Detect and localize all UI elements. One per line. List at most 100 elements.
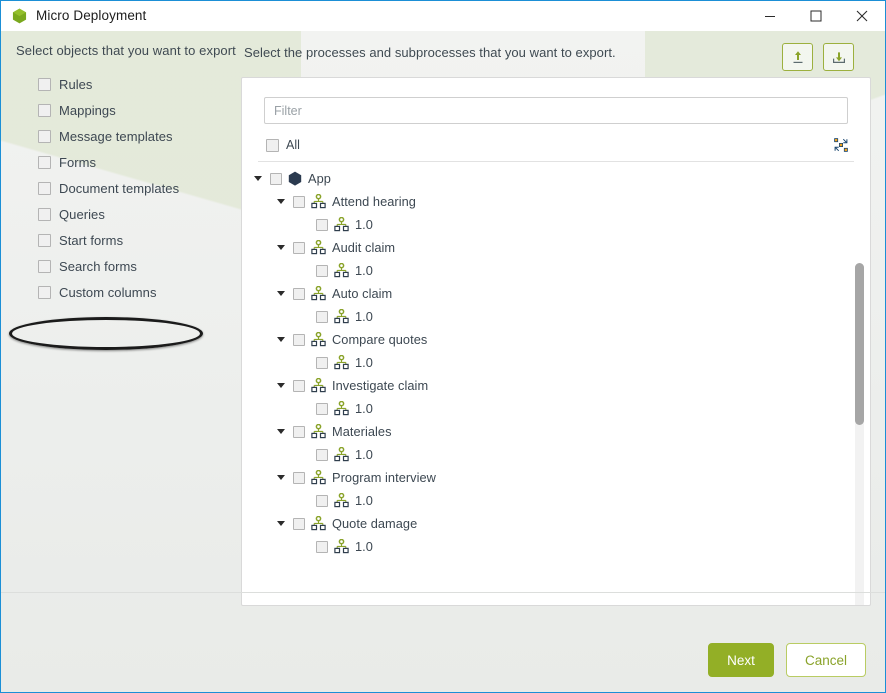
- chevron-down-icon[interactable]: [253, 176, 262, 181]
- tree-node-icon: [311, 424, 326, 439]
- tree-node-label: App: [308, 171, 331, 186]
- tree-node[interactable]: 1.0: [242, 443, 870, 466]
- tree-node[interactable]: Auto claim: [242, 282, 870, 305]
- minimize-button[interactable]: [747, 1, 793, 31]
- tree-expand-toggle[interactable]: [274, 241, 287, 254]
- tree-node[interactable]: 1.0: [242, 489, 870, 512]
- object-type-row[interactable]: Custom columns: [38, 279, 241, 305]
- chevron-down-icon[interactable]: [276, 199, 285, 204]
- tree-node-icon: [334, 493, 349, 508]
- object-type-checkbox[interactable]: [38, 77, 51, 91]
- object-type-checkbox[interactable]: [38, 233, 51, 247]
- tree-node-checkbox[interactable]: [316, 448, 328, 461]
- window-controls: [747, 1, 885, 31]
- tree-scrollbar-thumb[interactable]: [855, 263, 864, 425]
- tree-node[interactable]: Attend hearing: [242, 190, 870, 213]
- chevron-down-icon[interactable]: [276, 291, 285, 296]
- tree-expand-toggle[interactable]: [274, 379, 287, 392]
- tree-node-icon: [311, 470, 326, 485]
- tree-node[interactable]: Materiales: [242, 420, 870, 443]
- tree-expand-toggle[interactable]: [274, 195, 287, 208]
- chevron-down-icon[interactable]: [276, 337, 285, 342]
- tree-node-checkbox[interactable]: [316, 310, 328, 323]
- tree-node-label: 1.0: [355, 309, 373, 324]
- tree-node-checkbox[interactable]: [293, 471, 305, 484]
- tree-node[interactable]: 1.0: [242, 259, 870, 282]
- hexagon-icon: [12, 8, 27, 23]
- tree-node-icon: [334, 309, 349, 324]
- object-type-checkbox[interactable]: [38, 181, 51, 195]
- select-all-row[interactable]: All: [242, 124, 870, 155]
- tree-node-label: Auto claim: [332, 286, 393, 301]
- tree-node-checkbox[interactable]: [316, 402, 328, 415]
- maximize-button[interactable]: [793, 1, 839, 31]
- tree-node-checkbox[interactable]: [293, 425, 305, 438]
- tree-toggle-spacer: [297, 494, 310, 507]
- object-type-row[interactable]: Start forms: [38, 227, 241, 253]
- close-button[interactable]: [839, 1, 885, 31]
- tree-node-checkbox[interactable]: [293, 379, 305, 392]
- tree-node[interactable]: 1.0: [242, 397, 870, 420]
- tree-node-checkbox[interactable]: [270, 172, 282, 185]
- tree-node[interactable]: 1.0: [242, 535, 870, 558]
- tree-node-checkbox[interactable]: [293, 287, 305, 300]
- tree-node[interactable]: 1.0: [242, 351, 870, 374]
- tree-node-checkbox[interactable]: [316, 356, 328, 369]
- chevron-down-icon[interactable]: [276, 383, 285, 388]
- tree-expand-toggle[interactable]: [274, 425, 287, 438]
- tree-expand-toggle[interactable]: [274, 471, 287, 484]
- object-type-checkbox[interactable]: [38, 129, 51, 143]
- tree-node[interactable]: Quote damage: [242, 512, 870, 535]
- object-type-row[interactable]: Search forms: [38, 253, 241, 279]
- tree-node-checkbox[interactable]: [316, 218, 328, 231]
- chevron-down-icon[interactable]: [276, 521, 285, 526]
- chevron-down-icon[interactable]: [276, 475, 285, 480]
- object-type-row[interactable]: Message templates: [38, 123, 241, 149]
- filter-input[interactable]: [264, 97, 848, 124]
- footer-divider: [1, 592, 885, 593]
- select-all-checkbox[interactable]: [266, 138, 279, 152]
- tree-expand-toggle[interactable]: [251, 172, 264, 185]
- object-type-row[interactable]: Queries: [38, 201, 241, 227]
- object-type-row[interactable]: Rules: [38, 71, 241, 97]
- tree-expand-toggle[interactable]: [274, 517, 287, 530]
- tree-node[interactable]: Audit claim: [242, 236, 870, 259]
- object-type-row[interactable]: Document templates: [38, 175, 241, 201]
- tree-node[interactable]: 1.0: [242, 305, 870, 328]
- tree-node-label: 1.0: [355, 447, 373, 462]
- tree-node[interactable]: 1.0: [242, 213, 870, 236]
- tree-node[interactable]: App: [242, 167, 870, 190]
- tree-scrollbar[interactable]: [855, 263, 864, 605]
- object-type-checkbox[interactable]: [38, 103, 51, 117]
- collapse-all-icon[interactable]: [834, 138, 848, 152]
- cancel-button[interactable]: Cancel: [785, 643, 866, 677]
- object-type-checkbox[interactable]: [38, 155, 51, 169]
- tree-node-checkbox[interactable]: [316, 494, 328, 507]
- tree-node-checkbox[interactable]: [293, 195, 305, 208]
- object-type-label: Message templates: [59, 128, 173, 144]
- tree-node-checkbox[interactable]: [293, 333, 305, 346]
- import-download-button[interactable]: [823, 43, 854, 71]
- next-button[interactable]: Next: [707, 643, 774, 677]
- export-upload-button[interactable]: [782, 43, 813, 71]
- object-type-checkbox[interactable]: [38, 285, 51, 299]
- process-tree[interactable]: App Attend hearing 1.0 Audit claim 1.0 Auto c…: [242, 162, 870, 560]
- tree-node-checkbox[interactable]: [316, 540, 328, 553]
- tree-node[interactable]: Compare quotes: [242, 328, 870, 351]
- object-type-row[interactable]: Mappings: [38, 97, 241, 123]
- chevron-down-icon[interactable]: [276, 245, 285, 250]
- chevron-down-icon[interactable]: [276, 429, 285, 434]
- process-icon: [311, 332, 326, 347]
- object-type-checkbox[interactable]: [38, 207, 51, 221]
- tree-node-checkbox[interactable]: [316, 264, 328, 277]
- tree-node-checkbox[interactable]: [293, 241, 305, 254]
- object-type-checkbox[interactable]: [38, 259, 51, 273]
- tree-node-checkbox[interactable]: [293, 517, 305, 530]
- tree-node[interactable]: Program interview: [242, 466, 870, 489]
- objects-pane: Select objects that you want to export R…: [1, 31, 241, 692]
- tree-expand-toggle[interactable]: [274, 333, 287, 346]
- tree-expand-toggle[interactable]: [274, 287, 287, 300]
- tree-node[interactable]: Investigate claim: [242, 374, 870, 397]
- object-type-row[interactable]: Forms: [38, 149, 241, 175]
- process-icon: [334, 447, 349, 462]
